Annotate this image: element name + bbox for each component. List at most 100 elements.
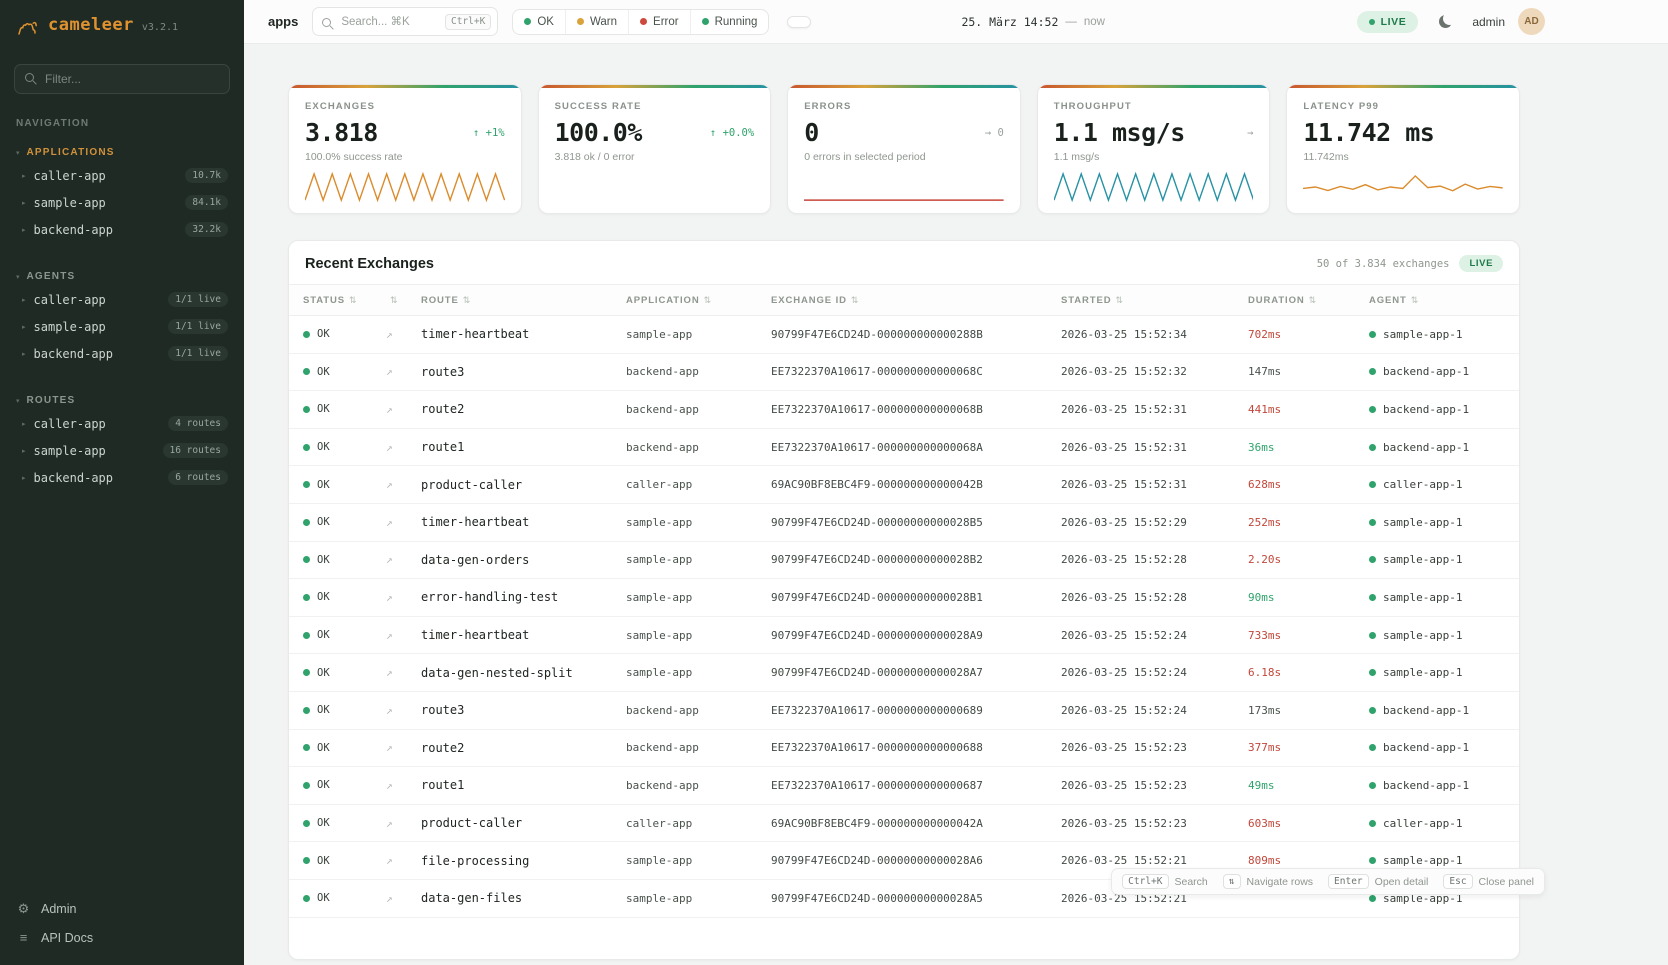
table-row[interactable]: OK ↗ route2 backend-app EE7322370A10617-… xyxy=(289,730,1519,768)
avatar[interactable]: AD xyxy=(1518,8,1545,35)
status-dot-icon xyxy=(303,594,310,601)
dark-mode-toggle[interactable] xyxy=(1431,8,1459,36)
open-detail-icon[interactable]: ↗ xyxy=(386,553,393,566)
status-dot-icon xyxy=(303,744,310,751)
table-row[interactable]: OK ↗ error-handling-test sample-app 9079… xyxy=(289,579,1519,617)
open-detail-icon[interactable]: ↗ xyxy=(386,741,393,754)
table-row[interactable]: OK ↗ timer-heartbeat sample-app 90799F47… xyxy=(289,504,1519,542)
sidebar-item[interactable]: ▸ caller-app 4 routes xyxy=(0,410,244,437)
search-input[interactable] xyxy=(341,16,437,28)
table-row[interactable]: OK ↗ route3 backend-app EE7322370A10617-… xyxy=(289,354,1519,392)
open-detail-icon[interactable]: ↗ xyxy=(386,365,393,378)
column-header[interactable]: STARTED ⇅ xyxy=(1061,295,1248,306)
agent-label: caller-app-1 xyxy=(1383,478,1462,491)
open-cell: ↗ xyxy=(386,666,421,679)
column-label: STATUS xyxy=(303,295,345,306)
table-row[interactable]: OK ↗ route3 backend-app EE7322370A10617-… xyxy=(289,692,1519,730)
stat-card-title: SUCCESS RATE xyxy=(555,101,755,112)
sidebar-item-api-docs[interactable]: ≡ API Docs xyxy=(16,930,228,945)
sidebar-item-label: sample-app xyxy=(34,196,178,210)
open-detail-icon[interactable]: ↗ xyxy=(386,591,393,604)
status-filter-chip[interactable]: OK xyxy=(513,10,565,34)
status-filter-chip[interactable]: Running xyxy=(690,10,769,34)
table-row[interactable]: OK ↗ data-gen-nested-split sample-app 90… xyxy=(289,654,1519,692)
stat-card-delta: → 0 xyxy=(985,127,1004,139)
route-cell: timer-heartbeat xyxy=(421,515,626,529)
status-dot-icon xyxy=(640,18,647,25)
table-row[interactable]: OK ↗ timer-heartbeat sample-app 90799F47… xyxy=(289,617,1519,655)
agent-dot-icon xyxy=(1369,820,1376,827)
hint-key: Enter xyxy=(1328,874,1369,889)
time-range-button[interactable] xyxy=(839,16,863,28)
agent-dot-icon xyxy=(1369,406,1376,413)
route-cell: route1 xyxy=(421,778,626,792)
sort-icon: ⇅ xyxy=(704,295,712,306)
open-detail-icon[interactable]: ↗ xyxy=(386,516,393,529)
column-header[interactable]: ⇅ xyxy=(386,295,421,306)
sidebar-item[interactable]: ▸ caller-app 1/1 live xyxy=(0,286,244,313)
table-row[interactable]: OK ↗ timer-heartbeat sample-app 90799F47… xyxy=(289,316,1519,354)
sidebar-item-label: caller-app xyxy=(34,417,161,431)
time-range-button[interactable] xyxy=(813,16,837,28)
sidebar-item[interactable]: ▸ backend-app 6 routes xyxy=(0,464,244,491)
open-detail-icon[interactable]: ↗ xyxy=(386,779,393,792)
table-row[interactable]: OK ↗ product-caller caller-app 69AC90BF8… xyxy=(289,466,1519,504)
sidebar-filter-input[interactable] xyxy=(14,64,230,94)
column-header[interactable]: DURATION ⇅ xyxy=(1248,295,1369,306)
sidebar-section-header[interactable]: ▾ ROUTES xyxy=(0,391,244,410)
open-detail-icon[interactable]: ↗ xyxy=(386,666,393,679)
app-logo[interactable]: cameleer v3.2.1 xyxy=(0,0,244,52)
sidebar-item[interactable]: ▸ sample-app 1/1 live xyxy=(0,313,244,340)
open-detail-icon[interactable]: ↗ xyxy=(386,478,393,491)
exchange-id-cell: 90799F47E6CD24D-00000000000028B5 xyxy=(771,516,1061,529)
open-detail-icon[interactable]: ↗ xyxy=(386,892,393,905)
open-detail-icon[interactable]: ↗ xyxy=(386,817,393,830)
table-row[interactable]: OK ↗ route1 backend-app EE7322370A10617-… xyxy=(289,767,1519,805)
sidebar-item[interactable]: ▸ backend-app 32.2k xyxy=(0,216,244,243)
sort-icon: ⇅ xyxy=(851,295,859,306)
exchange-id-cell: EE7322370A10617-000000000000068B xyxy=(771,403,1061,416)
open-detail-icon[interactable]: ↗ xyxy=(386,854,393,867)
time-range-button[interactable] xyxy=(787,16,811,28)
status-label: OK xyxy=(317,516,330,528)
status-label: OK xyxy=(317,591,330,603)
open-detail-icon[interactable]: ↗ xyxy=(386,441,393,454)
open-detail-icon[interactable]: ↗ xyxy=(386,629,393,642)
sidebar-item-badge: 6 routes xyxy=(168,470,228,485)
table-row[interactable]: OK ↗ data-gen-orders sample-app 90799F47… xyxy=(289,542,1519,580)
open-cell: ↗ xyxy=(386,553,421,566)
column-header[interactable]: AGENT ⇅ xyxy=(1369,295,1505,306)
table-row[interactable]: OK ↗ route1 backend-app EE7322370A10617-… xyxy=(289,429,1519,467)
sidebar-item[interactable]: ▸ sample-app 16 routes xyxy=(0,437,244,464)
stat-card: SUCCESS RATE 100.0% ↑ +0.0% 3.818 ok / 0… xyxy=(538,84,772,214)
column-header[interactable]: APPLICATION ⇅ xyxy=(626,295,771,306)
sidebar-section-header[interactable]: ▾ AGENTS xyxy=(0,267,244,286)
sidebar-item[interactable]: ▸ caller-app 10.7k xyxy=(0,162,244,189)
status-cell: OK xyxy=(303,516,386,528)
agent-dot-icon xyxy=(1369,556,1376,563)
exchange-id-cell: 90799F47E6CD24D-00000000000028B1 xyxy=(771,591,1061,604)
time-range-button[interactable] xyxy=(865,16,889,28)
route-cell: route2 xyxy=(421,402,626,416)
column-header[interactable]: STATUS ⇅ xyxy=(303,295,386,306)
open-detail-icon[interactable]: ↗ xyxy=(386,328,393,341)
sidebar-item[interactable]: ▸ backend-app 1/1 live xyxy=(0,340,244,367)
status-filter-chip[interactable]: Warn xyxy=(565,10,628,34)
column-header[interactable]: EXCHANGE ID ⇅ xyxy=(771,295,1061,306)
open-detail-icon[interactable]: ↗ xyxy=(386,704,393,717)
column-header[interactable]: ROUTE ⇅ xyxy=(421,295,626,306)
sidebar-section-header[interactable]: ▾ APPLICATIONS xyxy=(0,143,244,162)
open-detail-icon[interactable]: ↗ xyxy=(386,403,393,416)
sidebar-item-admin[interactable]: ⚙ Admin xyxy=(16,901,228,917)
sidebar-item-badge: 1/1 live xyxy=(168,346,228,361)
section-items: ▸ caller-app 10.7k ▸ sample-app 84.1k ▸ … xyxy=(0,162,244,243)
time-range-button[interactable] xyxy=(917,16,941,28)
live-toggle[interactable]: LIVE xyxy=(1357,11,1419,33)
sidebar-item[interactable]: ▸ sample-app 84.1k xyxy=(0,189,244,216)
table-row[interactable]: OK ↗ route2 backend-app EE7322370A10617-… xyxy=(289,391,1519,429)
application-cell: sample-app xyxy=(626,666,771,679)
time-range-button[interactable] xyxy=(891,16,915,28)
status-filter-chip[interactable]: Error xyxy=(628,10,690,34)
table-row[interactable]: OK ↗ product-caller caller-app 69AC90BF8… xyxy=(289,805,1519,843)
stat-card: LATENCY P99 11.742 ms 11.742ms xyxy=(1286,84,1520,214)
